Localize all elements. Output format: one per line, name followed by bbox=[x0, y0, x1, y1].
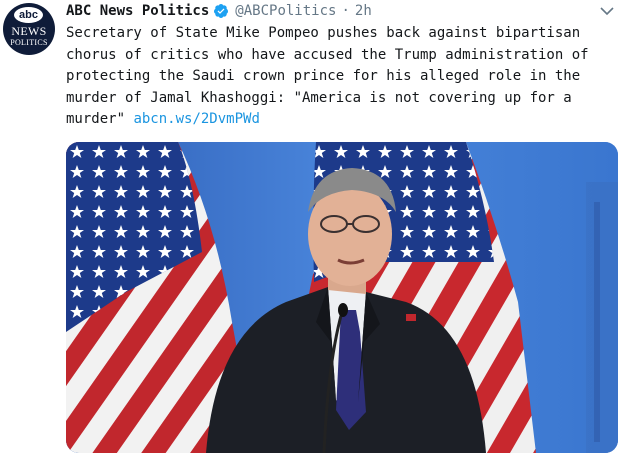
tweet-text-line: chorus of critics who have accused the T… bbox=[66, 46, 589, 63]
tweet-text-line-end: murder" bbox=[66, 111, 134, 128]
tweet-text-line: Secretary of State Mike Pompeo pushes ba… bbox=[66, 25, 581, 41]
avatar-news-text: NEWS bbox=[11, 24, 47, 38]
article-link[interactable]: abcn.ws/2DvmPWd bbox=[133, 111, 259, 127]
abc-logo: abc bbox=[14, 7, 43, 23]
tweet-text-line: murder" abcn.ws/2DvmPWd bbox=[66, 109, 618, 131]
display-name[interactable]: ABC News Politics bbox=[66, 3, 209, 19]
separator-dot: · bbox=[341, 3, 350, 19]
tweet-photo[interactable] bbox=[66, 142, 618, 453]
tweet-header: ABC News Politics @ABCPolitics · 2h bbox=[66, 1, 372, 21]
avatar[interactable]: abc NEWS POLITICS bbox=[3, 3, 55, 55]
photo-illustration bbox=[66, 142, 618, 453]
tweet-text-line: murder of Jamal Khashoggi: "America is n… bbox=[66, 89, 572, 106]
tweet-text: Secretary of State Mike Pompeo pushes ba… bbox=[66, 23, 618, 131]
verified-badge-icon bbox=[214, 4, 229, 18]
avatar-politics-text: POLITICS bbox=[10, 38, 48, 47]
tweet: abc NEWS POLITICS ABC News Politics @ABC… bbox=[0, 0, 626, 459]
handle[interactable]: @ABCPolitics bbox=[235, 3, 336, 19]
chevron-down-icon[interactable] bbox=[600, 6, 614, 16]
timestamp[interactable]: 2h bbox=[355, 3, 372, 19]
tweet-text-line: protecting the Saudi crown prince for hi… bbox=[66, 68, 581, 85]
